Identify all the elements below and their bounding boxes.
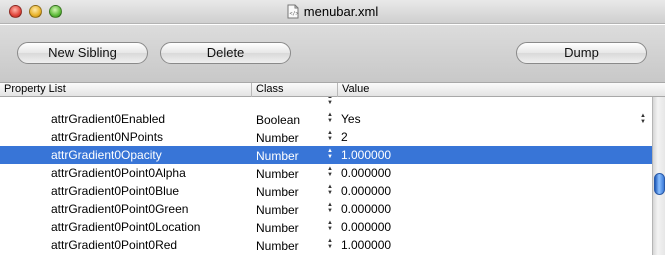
table-row[interactable]: attrGradient0NPoints Number ▲ ▼ 2 xyxy=(0,128,652,146)
class-stepper-icon[interactable]: ▲ ▼ xyxy=(326,112,334,126)
property-class[interactable]: Number xyxy=(256,131,299,145)
property-class[interactable]: Boolean xyxy=(256,113,300,127)
vertical-scrollbar[interactable] xyxy=(652,97,665,255)
property-name: attrGradient0Opacity xyxy=(51,148,162,162)
property-name: attrGradient0Point0Blue xyxy=(51,184,180,198)
class-stepper-icon[interactable]: ▲ ▼ xyxy=(326,238,334,252)
table-row[interactable]: attrGradient0Point0Green Number ▲ ▼ 0.000000 xyxy=(0,200,652,218)
table-row[interactable]: attrGradient0Point0Blue Number ▲ ▼ 0.000000 xyxy=(0,182,652,200)
property-name: attrGradient0Enabled xyxy=(51,112,166,126)
property-class[interactable]: Number xyxy=(256,185,299,199)
property-value[interactable]: 0.000000 xyxy=(341,166,391,180)
property-name: attrGradient0Point0Alpha xyxy=(51,166,186,180)
class-stepper-icon[interactable]: ▲ ▼ xyxy=(326,97,334,108)
scrollbar-thumb[interactable] xyxy=(654,173,665,195)
property-name: attrGradient0Point0Location xyxy=(51,220,201,234)
property-name: attrGradient0Point0Green xyxy=(51,202,189,216)
property-class[interactable]: Number xyxy=(256,203,299,217)
property-value[interactable]: 0.000000 xyxy=(341,220,391,234)
class-stepper-icon[interactable]: ▲ ▼ xyxy=(326,148,334,162)
column-header-class[interactable]: Class xyxy=(252,83,338,97)
property-class[interactable]: Number xyxy=(256,149,299,163)
table-row[interactable]: attrGradient0Point0Alpha Number ▲ ▼ 0.000000 xyxy=(0,164,652,182)
property-name: attrGradient0NPoints xyxy=(51,130,164,144)
column-header-property[interactable]: Property List xyxy=(0,83,252,97)
class-stepper-icon[interactable]: ▲ ▼ xyxy=(326,166,334,180)
property-value[interactable]: 0.000000 xyxy=(341,184,391,198)
property-value[interactable]: 1.000000 xyxy=(341,148,391,162)
svg-text:</>: </> xyxy=(289,11,298,17)
table-row[interactable]: attrGradient0Opacity Number ▲ ▼ 1.000000 xyxy=(0,146,652,164)
class-stepper-icon[interactable]: ▲ ▼ xyxy=(326,220,334,234)
toolbar: New Sibling Delete Dump xyxy=(0,25,665,82)
window-title-area: </> menubar.xml xyxy=(0,4,665,19)
column-header-value[interactable]: Value xyxy=(338,83,652,97)
window-title: menubar.xml xyxy=(303,4,379,19)
property-class[interactable]: Number xyxy=(256,167,299,181)
class-stepper-icon[interactable]: ▲ ▼ xyxy=(326,202,334,216)
table-row[interactable]: attrGradient0Point0Red Number ▲ ▼ 1.000000 xyxy=(0,236,652,254)
delete-button[interactable]: Delete xyxy=(160,42,291,64)
property-class[interactable]: Number xyxy=(256,97,299,100)
window-titlebar: </> menubar.xml xyxy=(0,0,665,24)
xml-document-icon: </> xyxy=(287,4,298,19)
table-row[interactable]: attrGradient0Point0Location Number ▲ ▼ 0.000… xyxy=(0,218,652,236)
property-name: attrGradient0BlendMode xyxy=(51,97,182,100)
property-value[interactable]: Yes xyxy=(341,112,361,126)
property-class[interactable]: Number xyxy=(256,239,299,253)
class-stepper-icon[interactable]: ▲ ▼ xyxy=(326,184,334,198)
property-value[interactable]: 2 xyxy=(341,130,348,144)
table-row[interactable]: attrGradient0BlendMode Number ▲▼ 0 xyxy=(0,97,652,110)
dump-button[interactable]: Dump xyxy=(516,42,647,64)
property-name: attrGradient0Point0Red xyxy=(51,238,178,252)
class-stepper-icon[interactable]: ▲ ▼ xyxy=(326,130,334,144)
table-row[interactable]: attrGradient0Enabled Boolean ▲ ▼ Yes ▲ ▼ xyxy=(0,110,652,128)
new-sibling-button[interactable]: New Sibling xyxy=(17,42,148,64)
table-header: Property List Class Value xyxy=(0,82,665,97)
property-value[interactable]: 0 xyxy=(341,97,348,100)
property-value[interactable]: 0.000000 xyxy=(341,202,391,216)
property-list-table: attrGradient0BlendModeNumber▲▼0attrGradi… xyxy=(0,97,652,255)
property-value[interactable]: 1.000000 xyxy=(341,238,391,252)
value-popup-arrows-icon[interactable]: ▲ ▼ xyxy=(640,113,646,125)
property-class[interactable]: Number xyxy=(256,221,299,235)
